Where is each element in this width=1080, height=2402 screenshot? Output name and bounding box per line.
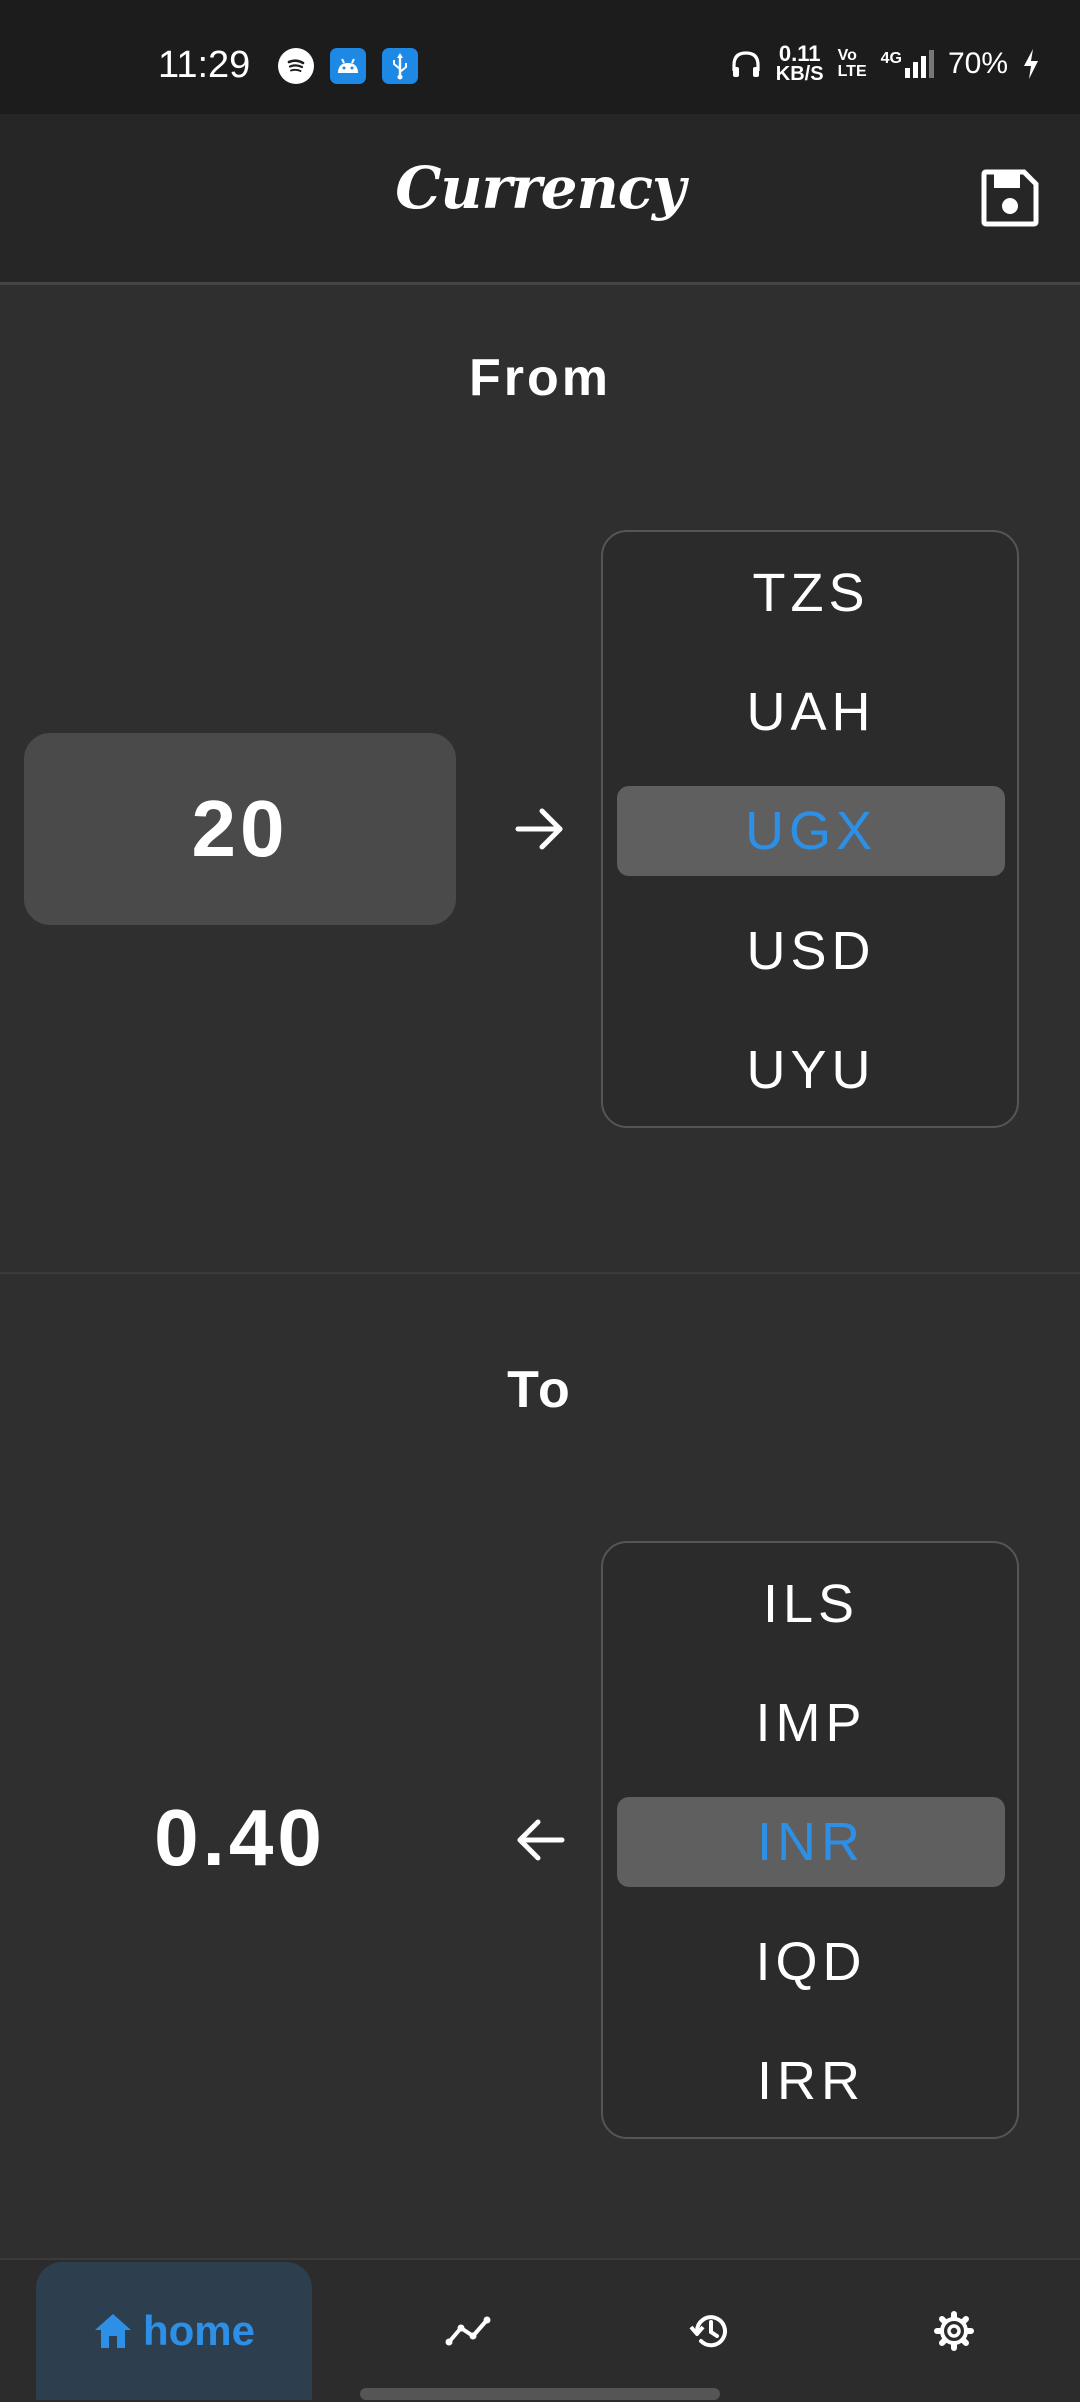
bottom-nav: home bbox=[0, 2258, 1080, 2402]
nav-trends[interactable] bbox=[418, 2262, 518, 2400]
settings-icon bbox=[934, 2311, 974, 2351]
home-icon bbox=[94, 2314, 131, 2348]
volte-indicator: Vo LTE bbox=[837, 47, 867, 80]
status-time: 11:29 bbox=[158, 44, 251, 86]
from-currency-option[interactable]: UAH bbox=[617, 667, 1005, 757]
to-currency-picker[interactable]: ILS IMP INR IQD IRR bbox=[601, 1541, 1019, 2139]
status-bar: 11:29 0.11 KB/S Vo LTE 4G 70% bbox=[0, 0, 1080, 114]
save-button[interactable] bbox=[980, 168, 1040, 228]
nav-home[interactable]: home bbox=[36, 2262, 312, 2400]
from-currency-option[interactable]: TZS bbox=[617, 548, 1005, 638]
nav-settings[interactable] bbox=[904, 2262, 1004, 2400]
arrow-right-icon bbox=[515, 808, 563, 850]
converted-amount: 0.40 bbox=[154, 1793, 326, 1882]
from-currency-selected[interactable]: UGX bbox=[617, 786, 1005, 876]
to-title: To bbox=[507, 1361, 573, 1419]
headphones-icon bbox=[732, 51, 760, 77]
app-bar: Currency bbox=[0, 114, 1080, 285]
gesture-bar bbox=[360, 2388, 720, 2400]
network-speed: 0.11 KB/S bbox=[775, 41, 824, 85]
to-currency-option[interactable]: IMP bbox=[617, 1678, 1005, 1768]
to-currency-option[interactable]: ILS bbox=[617, 1559, 1005, 1649]
to-currency-option[interactable]: IQD bbox=[617, 1917, 1005, 2007]
nav-home-label: home bbox=[142, 2307, 255, 2354]
app-title: Currency bbox=[395, 154, 686, 222]
from-currency-picker[interactable]: TZS UAH UGX USD UYU bbox=[601, 530, 1019, 1128]
notification-icons bbox=[278, 48, 418, 84]
usb-icon bbox=[382, 48, 418, 84]
android-debug-icon bbox=[330, 48, 366, 84]
signal-icon: 4G bbox=[881, 50, 934, 78]
from-title: From bbox=[469, 349, 611, 407]
to-currency-selected[interactable]: INR bbox=[617, 1797, 1005, 1887]
spotify-icon bbox=[278, 48, 314, 84]
amount-input[interactable]: 20 bbox=[24, 733, 456, 925]
save-icon bbox=[981, 169, 1039, 227]
history-icon bbox=[689, 2315, 727, 2348]
nav-history[interactable] bbox=[660, 2262, 760, 2400]
from-currency-option[interactable]: UYU bbox=[617, 1025, 1005, 1115]
arrow-left-icon bbox=[517, 1819, 565, 1861]
system-indicators: 0.11 KB/S Vo LTE 4G 70% bbox=[730, 41, 1040, 85]
to-currency-option[interactable]: IRR bbox=[617, 2036, 1005, 2126]
charging-icon bbox=[1024, 49, 1038, 79]
section-divider bbox=[0, 1272, 1080, 1274]
from-currency-option[interactable]: USD bbox=[617, 906, 1005, 996]
battery-level: 70% bbox=[947, 47, 1008, 80]
trending-icon bbox=[445, 2316, 491, 2346]
